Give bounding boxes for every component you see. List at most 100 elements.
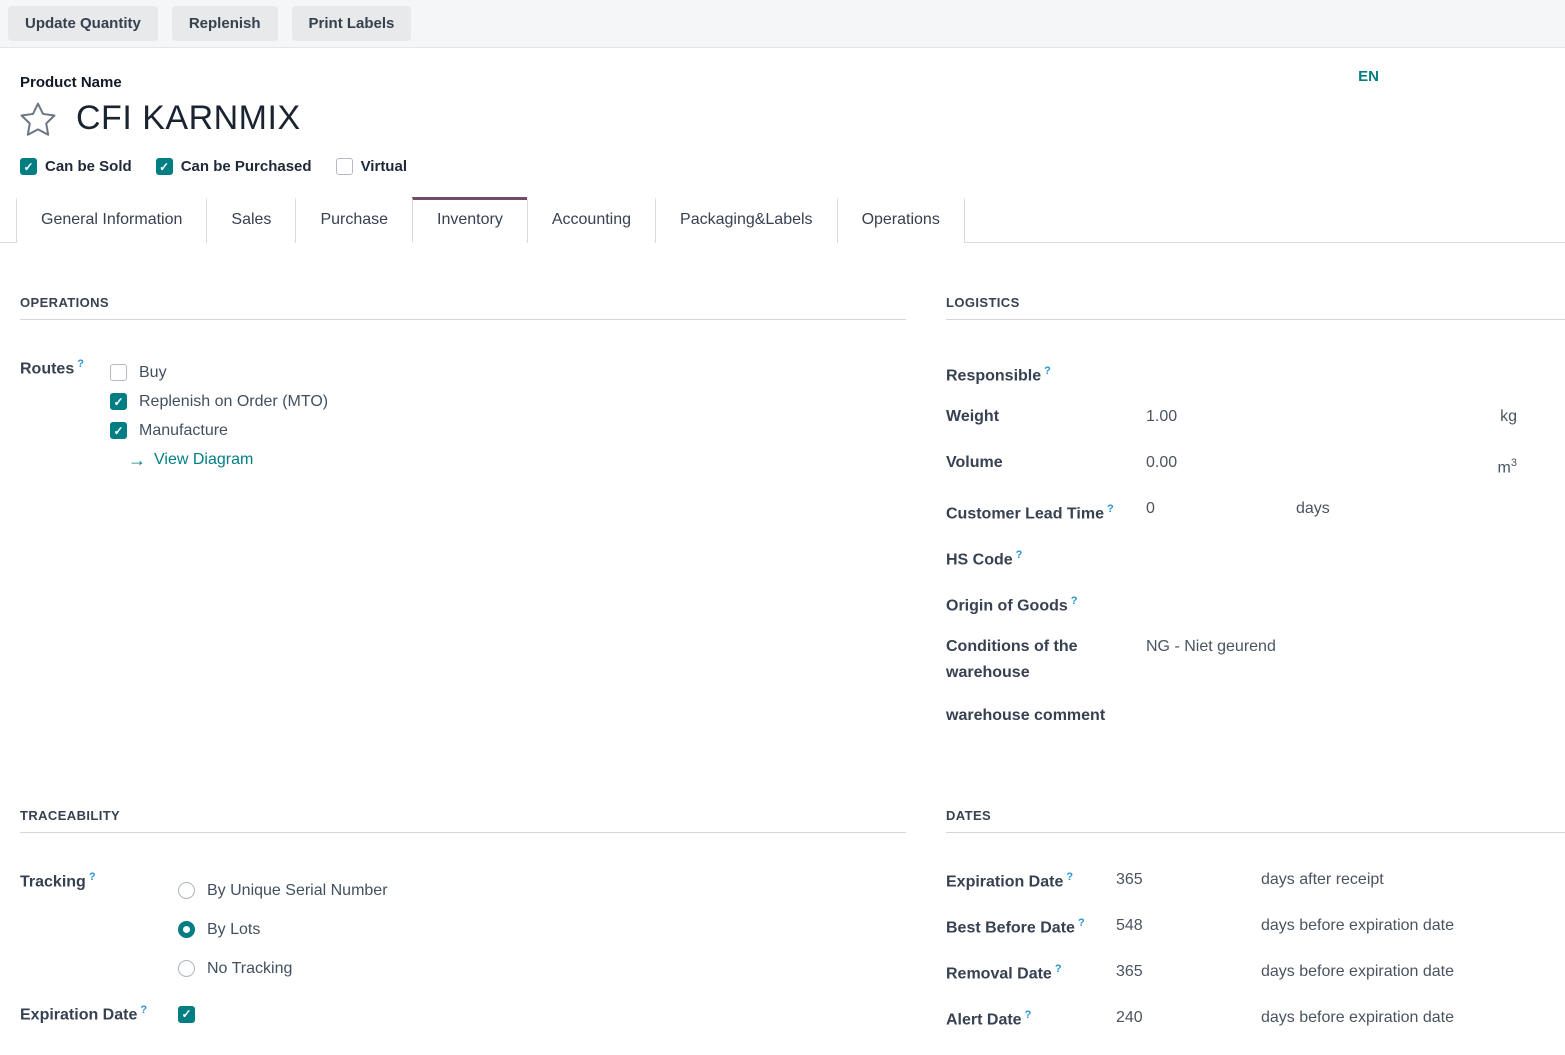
origin-of-goods-label: Origin of Goods [946, 588, 1146, 619]
tracking-option-lots: By Lots [178, 910, 388, 949]
best-before-date-suffix: days before expiration date [1261, 917, 1454, 935]
alert-date-suffix: days before expiration date [1261, 1009, 1454, 1027]
traceability-section: TRACEABILITY Tracking By Unique Serial N… [20, 808, 906, 1055]
customer-lead-time-row: Customer Lead Time 0 days [946, 496, 1565, 542]
flag-can-be-sold: Can be Sold [20, 158, 132, 175]
tab-sales[interactable]: Sales [206, 197, 296, 243]
best-before-date-field[interactable]: 548 [1116, 917, 1261, 935]
print-labels-button[interactable]: Print Labels [292, 6, 412, 41]
tracking-serial-label: By Unique Serial Number [207, 882, 388, 900]
help-icon [1044, 365, 1051, 377]
expiration-date-toggle-row: Expiration Date [20, 1004, 906, 1024]
removal-date-row: Removal Date 365 days before expiration … [946, 963, 1565, 1009]
inventory-tab-content: OPERATIONS Routes Buy Replenish on Order… [0, 243, 1565, 1055]
logistics-section-title: LOGISTICS [946, 295, 1565, 320]
tracking-options: By Unique Serial Number By Lots No Track… [178, 871, 388, 988]
removal-date-suffix: days before expiration date [1261, 963, 1454, 981]
tab-operations[interactable]: Operations [837, 197, 965, 243]
help-icon [1107, 503, 1114, 515]
volume-row: Volume 0.00 m3 [946, 450, 1565, 496]
help-icon [1071, 595, 1078, 607]
page-title[interactable]: CFI KARNMIX [76, 99, 301, 138]
virtual-checkbox[interactable] [336, 158, 353, 175]
replenish-button[interactable]: Replenish [172, 6, 278, 41]
route-buy: Buy [110, 358, 328, 387]
expiration-date-label: Expiration Date [946, 871, 1116, 891]
tab-accounting[interactable]: Accounting [527, 197, 656, 243]
warehouse-comment-label: warehouse comment [946, 703, 1146, 729]
view-diagram-link[interactable]: → View Diagram [110, 445, 328, 474]
customer-lead-time-unit: days [1296, 496, 1330, 522]
flag-virtual: Virtual [336, 158, 407, 175]
alert-date-row: Alert Date 240 days before expiration da… [946, 1009, 1565, 1055]
route-buy-checkbox[interactable] [110, 364, 127, 381]
help-icon [1016, 549, 1023, 561]
removal-date-field[interactable]: 365 [1116, 963, 1261, 981]
help-icon [1066, 871, 1073, 883]
responsible-label: Responsible [946, 358, 1146, 389]
weight-row: Weight 1.00 kg [946, 404, 1565, 450]
view-diagram-label: View Diagram [154, 451, 253, 469]
tracking-serial-radio[interactable] [178, 882, 195, 899]
tracking-lots-radio[interactable] [178, 921, 195, 938]
traceability-section-title: TRACEABILITY [20, 808, 906, 833]
help-icon [77, 358, 84, 370]
tracking-lots-label: By Lots [207, 921, 260, 939]
warehouse-conditions-row: Conditions of the warehouse NG - Niet ge… [946, 634, 1565, 703]
route-mto: Replenish on Order (MTO) [110, 387, 328, 416]
tab-inventory[interactable]: Inventory [412, 197, 528, 243]
route-mto-label: Replenish on Order (MTO) [139, 393, 328, 411]
route-manufacture-label: Manufacture [139, 422, 228, 440]
language-link[interactable]: EN [1358, 68, 1379, 85]
responsible-row: Responsible [946, 358, 1565, 404]
routes-list: Buy Replenish on Order (MTO) Manufacture… [110, 358, 328, 474]
origin-of-goods-row: Origin of Goods [946, 588, 1565, 634]
customer-lead-time-field[interactable]: 0 [1146, 496, 1296, 522]
tracking-label: Tracking [20, 871, 178, 988]
help-icon [89, 871, 96, 883]
weight-field[interactable]: 1.00 [1146, 404, 1296, 430]
route-manufacture: Manufacture [110, 416, 328, 445]
product-header: EN Product Name CFI KARNMIX Can be Sold … [0, 48, 1565, 175]
tracking-none-radio[interactable] [178, 960, 195, 977]
expiration-date-suffix: days after receipt [1261, 871, 1384, 889]
alert-date-label: Alert Date [946, 1009, 1116, 1029]
warehouse-conditions-field[interactable]: NG - Niet geurend [1146, 634, 1276, 660]
hs-code-row: HS Code [946, 542, 1565, 588]
can-be-sold-label: Can be Sold [45, 158, 132, 175]
routes-label: Routes [20, 358, 110, 474]
removal-date-label: Removal Date [946, 963, 1116, 983]
volume-unit: m3 [1498, 450, 1517, 481]
weight-label: Weight [946, 404, 1146, 430]
alert-date-field[interactable]: 240 [1116, 1009, 1261, 1027]
tab-general-information[interactable]: General Information [16, 197, 207, 243]
expiration-date-field[interactable]: 365 [1116, 871, 1261, 889]
warehouse-comment-row: warehouse comment [946, 703, 1565, 749]
customer-lead-time-label: Customer Lead Time [946, 496, 1146, 527]
product-flags: Can be Sold Can be Purchased Virtual [20, 158, 1565, 175]
expiration-date-checkbox[interactable] [178, 1006, 195, 1023]
can-be-purchased-checkbox[interactable] [156, 158, 173, 175]
help-icon [140, 1004, 147, 1016]
route-manufacture-checkbox[interactable] [110, 422, 127, 439]
tab-packaging-labels[interactable]: Packaging&Labels [655, 197, 838, 243]
can-be-sold-checkbox[interactable] [20, 158, 37, 175]
can-be-purchased-label: Can be Purchased [181, 158, 312, 175]
expiration-date-row: Expiration Date 365 days after receipt [946, 871, 1565, 917]
help-icon [1025, 1009, 1032, 1021]
operations-section-title: OPERATIONS [20, 295, 906, 320]
best-before-date-label: Best Before Date [946, 917, 1116, 937]
update-quantity-button[interactable]: Update Quantity [8, 6, 158, 41]
product-name-label: Product Name [20, 74, 1565, 91]
help-icon [1055, 963, 1062, 975]
favorite-star-icon[interactable] [20, 102, 56, 136]
route-mto-checkbox[interactable] [110, 393, 127, 410]
tab-bar: General Information Sales Purchase Inven… [0, 197, 1565, 243]
tab-purchase[interactable]: Purchase [295, 197, 413, 243]
volume-field[interactable]: 0.00 [1146, 450, 1296, 476]
dates-section-title: DATES [946, 808, 1565, 833]
hs-code-label: HS Code [946, 542, 1146, 573]
tracking-option-serial: By Unique Serial Number [178, 871, 388, 910]
warehouse-conditions-label: Conditions of the warehouse [946, 634, 1146, 686]
volume-label: Volume [946, 450, 1146, 476]
